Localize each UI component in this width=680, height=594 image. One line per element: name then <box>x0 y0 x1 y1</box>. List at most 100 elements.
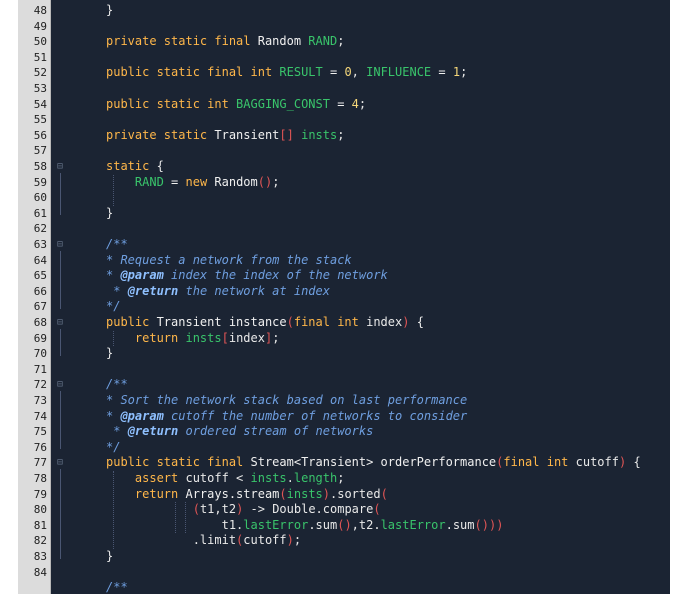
code-token: the network at index <box>178 283 330 298</box>
code-line[interactable]: 60 <box>18 190 670 206</box>
line-number: 61 <box>33 206 47 220</box>
line-number: 70 <box>33 347 47 361</box>
line-number: 83 <box>33 550 47 563</box>
code-token: @param <box>120 408 164 423</box>
code-token: assert <box>134 471 186 485</box>
fold-bracket-line <box>60 250 61 309</box>
code-line[interactable]: 78 assert cutoff < insts.length; <box>18 471 670 487</box>
fold-bracket-line <box>60 469 61 559</box>
code-line[interactable]: 83} <box>18 549 670 565</box>
code-line[interactable]: 82 .limit(cutoff); <box>18 533 670 549</box>
line-number: 79 <box>33 487 47 501</box>
code-token: insts <box>301 127 338 142</box>
code-line[interactable]: 56 private static Transient[] insts; <box>18 128 670 144</box>
code-line[interactable]: 64 * Request a network from the stack <box>18 253 670 269</box>
code-line[interactable]: 68 ⊟ public Transient instance(final int i… <box>18 315 670 331</box>
code-line[interactable]: 69 return insts[index]; <box>18 331 670 347</box>
code-token: } <box>106 549 114 563</box>
code-token: } <box>106 3 114 17</box>
code-token: Transient <box>214 127 280 142</box>
line-number: 63 <box>33 238 47 251</box>
line-number: 60 <box>33 191 47 205</box>
code-text: * @param index the index of the network <box>106 268 388 284</box>
code-line[interactable]: 62 <box>18 221 670 237</box>
code-token: ( <box>192 502 200 517</box>
code-token: new <box>185 174 215 189</box>
code-token: Arrays.stream <box>185 486 280 501</box>
code-line[interactable]: 55 <box>18 112 670 128</box>
fold-bracket-line <box>60 328 61 356</box>
code-line[interactable]: 57 <box>18 143 670 159</box>
line-number: 69 <box>33 331 47 345</box>
code-line[interactable]: 66 * @return the network at index <box>18 284 670 300</box>
code-line[interactable]: 67 */ <box>18 299 670 315</box>
code-line[interactable]: 71 <box>18 362 670 378</box>
code-token: cutoff the number of networks to conside… <box>163 408 468 423</box>
code-text: (t1,t2) -> Double.compare( <box>106 502 381 518</box>
code-line[interactable]: 84 <box>18 565 670 581</box>
code-text: assert cutoff < insts.length; <box>106 471 345 487</box>
code-text: return Arrays.stream(insts).sorted( <box>106 487 388 503</box>
code-line[interactable]: 49 <box>18 19 670 35</box>
line-number: 64 <box>33 253 47 267</box>
code-token: lastError <box>380 517 446 532</box>
code-line[interactable]: 81 t1.lastError.sum(),t2.lastError.sum()… <box>18 518 670 534</box>
indent-guide <box>113 330 114 347</box>
code-line[interactable]: 75 * @return ordered stream of networks <box>18 424 670 440</box>
code-line[interactable]: 63 ⊟/** <box>18 237 670 253</box>
code-line[interactable]: 74 * @param cutoff the number of networks… <box>18 409 670 425</box>
code-token: public static final int <box>106 65 280 80</box>
code-token: public <box>106 315 157 329</box>
code-line[interactable]: 59 RAND = new Random(); <box>18 175 670 191</box>
code-token: { <box>626 455 641 470</box>
code-text: * @param cutoff the number of networks t… <box>106 409 467 425</box>
code-token: Stream<Transient> orderPerformance <box>250 455 497 470</box>
code-line[interactable]: 52 public static final int RESULT = 0, IN… <box>18 65 670 81</box>
code-line[interactable]: 58 ⊟ static { <box>18 159 670 175</box>
code-line[interactable]: 48} <box>18 3 670 19</box>
code-text: * @return ordered stream of networks <box>106 424 373 440</box>
line-number: 78 <box>33 472 47 485</box>
code-line[interactable]: 77 ⊟ public static final Stream<Transient>… <box>18 455 670 471</box>
code-line[interactable]: 80 (t1,t2) -> Double.compare( <box>18 502 670 518</box>
code-token: * Sort the network stack based on last p… <box>106 393 468 407</box>
code-line[interactable]: 50 private static final Random RAND; <box>18 34 670 50</box>
code-token: return <box>134 486 186 501</box>
code-token: * Request a network from the stack <box>106 252 352 267</box>
code-token: ) <box>286 533 294 548</box>
code-line[interactable]: 76 */ <box>18 440 670 456</box>
code-line[interactable]: 70} <box>18 346 670 362</box>
line-number: 72 <box>33 378 47 392</box>
code-line[interactable]: 51 <box>18 50 670 66</box>
code-line[interactable]: 73 * Sort the network stack based on last… <box>18 393 670 409</box>
code-token: = <box>431 65 453 80</box>
code-line[interactable]: 72 ⊟/** <box>18 377 670 393</box>
code-token: .sorted <box>330 486 381 501</box>
line-number: 62 <box>33 222 47 236</box>
code-token: Random <box>214 174 258 189</box>
code-line[interactable]: 65 * @param index the index of the networ… <box>18 268 670 284</box>
code-line[interactable]: 79 return Arrays.stream(insts).sorted( <box>18 487 670 503</box>
code-line[interactable]: /** <box>18 580 670 594</box>
code-text: } <box>106 206 113 222</box>
code-token: ; <box>337 127 345 142</box>
code-text: public static final int RESULT = 0, INFL… <box>106 65 467 81</box>
code-token: t1,t2 <box>199 502 237 517</box>
code-token: insts <box>185 330 222 345</box>
line-number: 66 <box>33 284 47 298</box>
code-line[interactable]: 54 public static int BAGGING_CONST = 4; <box>18 97 670 113</box>
code-text: } <box>106 549 113 565</box>
code-editor[interactable]: 48} 49 50 private static final Random RAND;… <box>18 0 670 594</box>
code-text: * Sort the network stack based on last p… <box>106 393 467 409</box>
line-number: 81 <box>33 518 47 532</box>
code-token: @return <box>127 424 179 439</box>
code-token: index <box>228 330 265 345</box>
code-line[interactable]: 53 <box>18 81 670 97</box>
code-line[interactable]: 61} <box>18 206 670 222</box>
code-token: ; <box>337 471 345 485</box>
code-text: */ <box>106 440 120 456</box>
code-token: index <box>366 315 403 329</box>
code-token: return <box>134 330 186 345</box>
code-text: } <box>106 346 113 362</box>
